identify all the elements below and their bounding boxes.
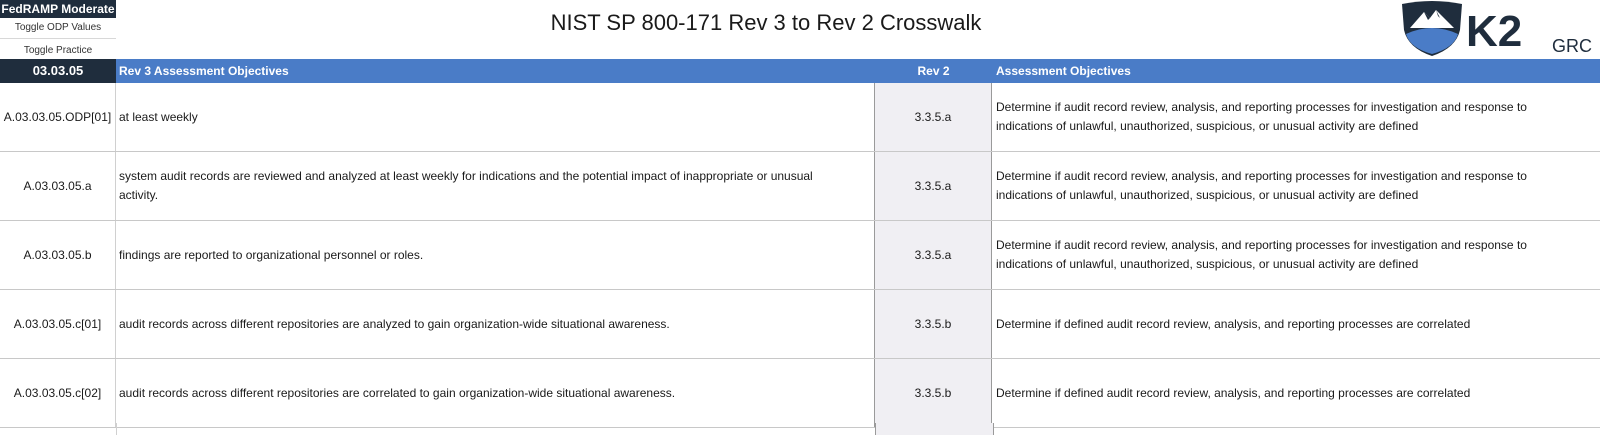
assessment-objective-cell[interactable]: Determine if defined audit record review… (992, 290, 1600, 358)
k2-grc-logo: K2 GRC (1402, 0, 1600, 58)
table-row[interactable]: A.03.03.05.a system audit records are re… (0, 152, 1600, 221)
assessment-objectives-header: Assessment Objectives (996, 64, 1131, 78)
rev3-objective-cell[interactable]: audit records across different repositor… (116, 359, 875, 427)
rev2-cell[interactable]: 3.3.5.b (875, 290, 992, 358)
rev2-cell[interactable]: 3.3.5.a (875, 221, 992, 289)
toggle-odp-values-button[interactable]: Toggle ODP Values (0, 18, 116, 39)
objective-id-cell[interactable]: A.03.03.05.b (0, 221, 116, 289)
rev2-header: Rev 2 (917, 64, 950, 78)
objective-id-cell[interactable]: A.03.03.05.ODP[01] (0, 83, 116, 151)
rev2-cell[interactable]: 3.3.5.b (875, 359, 992, 427)
table-row[interactable]: A.03.03.05.c[02] audit records across di… (0, 359, 1600, 428)
fedramp-moderate-button[interactable]: FedRAMP Moderate (0, 0, 116, 18)
shield-mountain-icon (1402, 1, 1462, 56)
rev3-objective-cell[interactable]: system audit records are reviewed and an… (116, 152, 875, 220)
rev3-objective-cell[interactable]: audit records across different repositor… (116, 290, 875, 358)
table-continuation (0, 423, 1600, 435)
assessment-objective-cell[interactable]: Determine if defined audit record review… (992, 359, 1600, 427)
assessment-objective-cell[interactable]: Determine if audit record review, analys… (992, 221, 1600, 289)
assessment-objective-cell[interactable]: Determine if audit record review, analys… (992, 152, 1600, 220)
table-row[interactable]: A.03.03.05.c[01] audit records across di… (0, 290, 1600, 359)
logo-grc-text: GRC (1552, 36, 1592, 56)
table-row[interactable]: A.03.03.05.b findings are reported to or… (0, 221, 1600, 290)
logo-k2-text: K2 (1466, 7, 1522, 56)
rev3-objectives-header: Rev 3 Assessment Objectives (119, 64, 289, 78)
rev2-cell[interactable]: 3.3.5.a (875, 83, 992, 151)
table-row[interactable]: A.03.03.05.ODP[01] at least weekly 3.3.5… (0, 83, 1600, 152)
objective-id-cell[interactable]: A.03.03.05.c[01] (0, 290, 116, 358)
rev3-objective-cell[interactable]: at least weekly (116, 83, 875, 151)
objective-id-cell[interactable]: A.03.03.05.c[02] (0, 359, 116, 427)
crosswalk-table: A.03.03.05.ODP[01] at least weekly 3.3.5… (0, 83, 1600, 428)
rev2-cell[interactable]: 3.3.5.a (875, 152, 992, 220)
left-panel: FedRAMP Moderate Toggle ODP Values Toggl… (0, 0, 116, 59)
toggle-practice-button[interactable]: Toggle Practice (0, 39, 116, 59)
empty-cell (875, 423, 994, 435)
objective-id-cell[interactable]: A.03.03.05.a (0, 152, 116, 220)
assessment-objective-cell[interactable]: Determine if audit record review, analys… (992, 83, 1600, 151)
table-header: 03.03.05 Rev 3 Assessment Objectives Rev… (0, 59, 1600, 83)
empty-cell (0, 423, 117, 435)
rev3-objective-cell[interactable]: findings are reported to organizational … (116, 221, 875, 289)
page-title: NIST SP 800-171 Rev 3 to Rev 2 Crosswalk (550, 10, 982, 35)
control-id-header: 03.03.05 (0, 59, 116, 83)
